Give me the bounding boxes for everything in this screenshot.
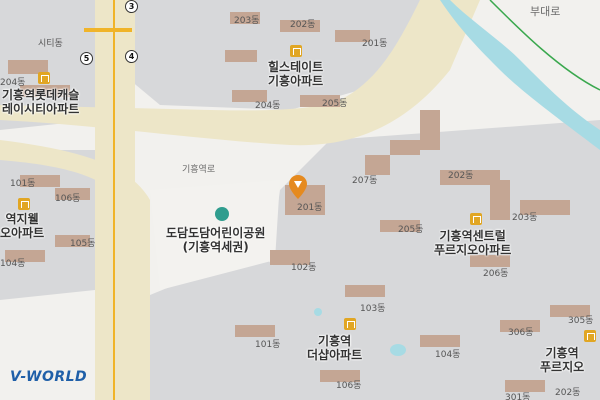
place-label: 시티동 [38, 39, 63, 49]
road-label-main: 기흥역로 [182, 165, 216, 175]
building-label: 205동 [322, 99, 348, 109]
building-label: 203동 [234, 16, 260, 26]
apartment-icon [18, 198, 30, 210]
map-canvas[interactable]: 3 5 4 203동 202동 201동 205동 204동 101동 106동… [0, 0, 600, 400]
complex-label[interactable]: 기흥역롯데캐슬 레이시티아파트 [2, 88, 79, 116]
building-label: 105동 [70, 239, 96, 249]
building-label: 201동 [297, 203, 323, 213]
exit-5-icon[interactable]: 5 [80, 52, 93, 65]
building-label: 204동 [0, 78, 26, 88]
building-label: 201동 [362, 39, 388, 49]
vworld-logo: V-WORLD [10, 369, 88, 385]
park-icon [215, 207, 229, 221]
park-label[interactable]: 도담도담어린이공원 (기흥역세권) [166, 226, 265, 254]
building-label: 106동 [55, 194, 81, 204]
apartment-icon [344, 318, 356, 330]
building-label: 301동 [505, 393, 531, 400]
map-pin-icon[interactable] [289, 175, 307, 199]
building-label: 101동 [10, 179, 36, 189]
complex-label[interactable]: 기흥역 푸르지오 [540, 346, 584, 374]
building-label: 306동 [508, 328, 534, 338]
complex-label[interactable]: 기흥역 더샵아파트 [307, 334, 362, 362]
building-label: 204동 [255, 101, 281, 111]
building-label: 101동 [255, 340, 281, 350]
building-label: 206동 [483, 269, 509, 279]
complex-label[interactable]: 힐스테이트 기흥아파트 [268, 60, 323, 88]
complex-label[interactable]: 기흥역센트럴 푸르지오아파트 [434, 229, 511, 257]
building-label: 202동 [555, 388, 581, 398]
apartment-icon [290, 45, 302, 57]
building-label: 103동 [360, 304, 386, 314]
building-label: 106동 [336, 381, 362, 391]
building-label: 207동 [352, 176, 378, 186]
building-label: 102동 [291, 263, 317, 273]
road-label-topright: 부대로 [530, 5, 561, 18]
building-label: 203동 [512, 213, 538, 223]
building-label: 202동 [448, 171, 474, 181]
building-label: 202동 [290, 20, 316, 30]
complex-label[interactable]: 역지웰 오아파트 [0, 212, 44, 240]
apartment-icon [470, 213, 482, 225]
apartment-icon [38, 72, 50, 84]
building-label: 205동 [398, 225, 424, 235]
exit-3-icon[interactable]: 3 [125, 0, 138, 13]
building-label: 104동 [0, 259, 26, 269]
building-label: 305동 [568, 316, 594, 326]
apartment-icon [584, 330, 596, 342]
building-label: 104동 [435, 350, 461, 360]
exit-4-icon[interactable]: 4 [125, 50, 138, 63]
